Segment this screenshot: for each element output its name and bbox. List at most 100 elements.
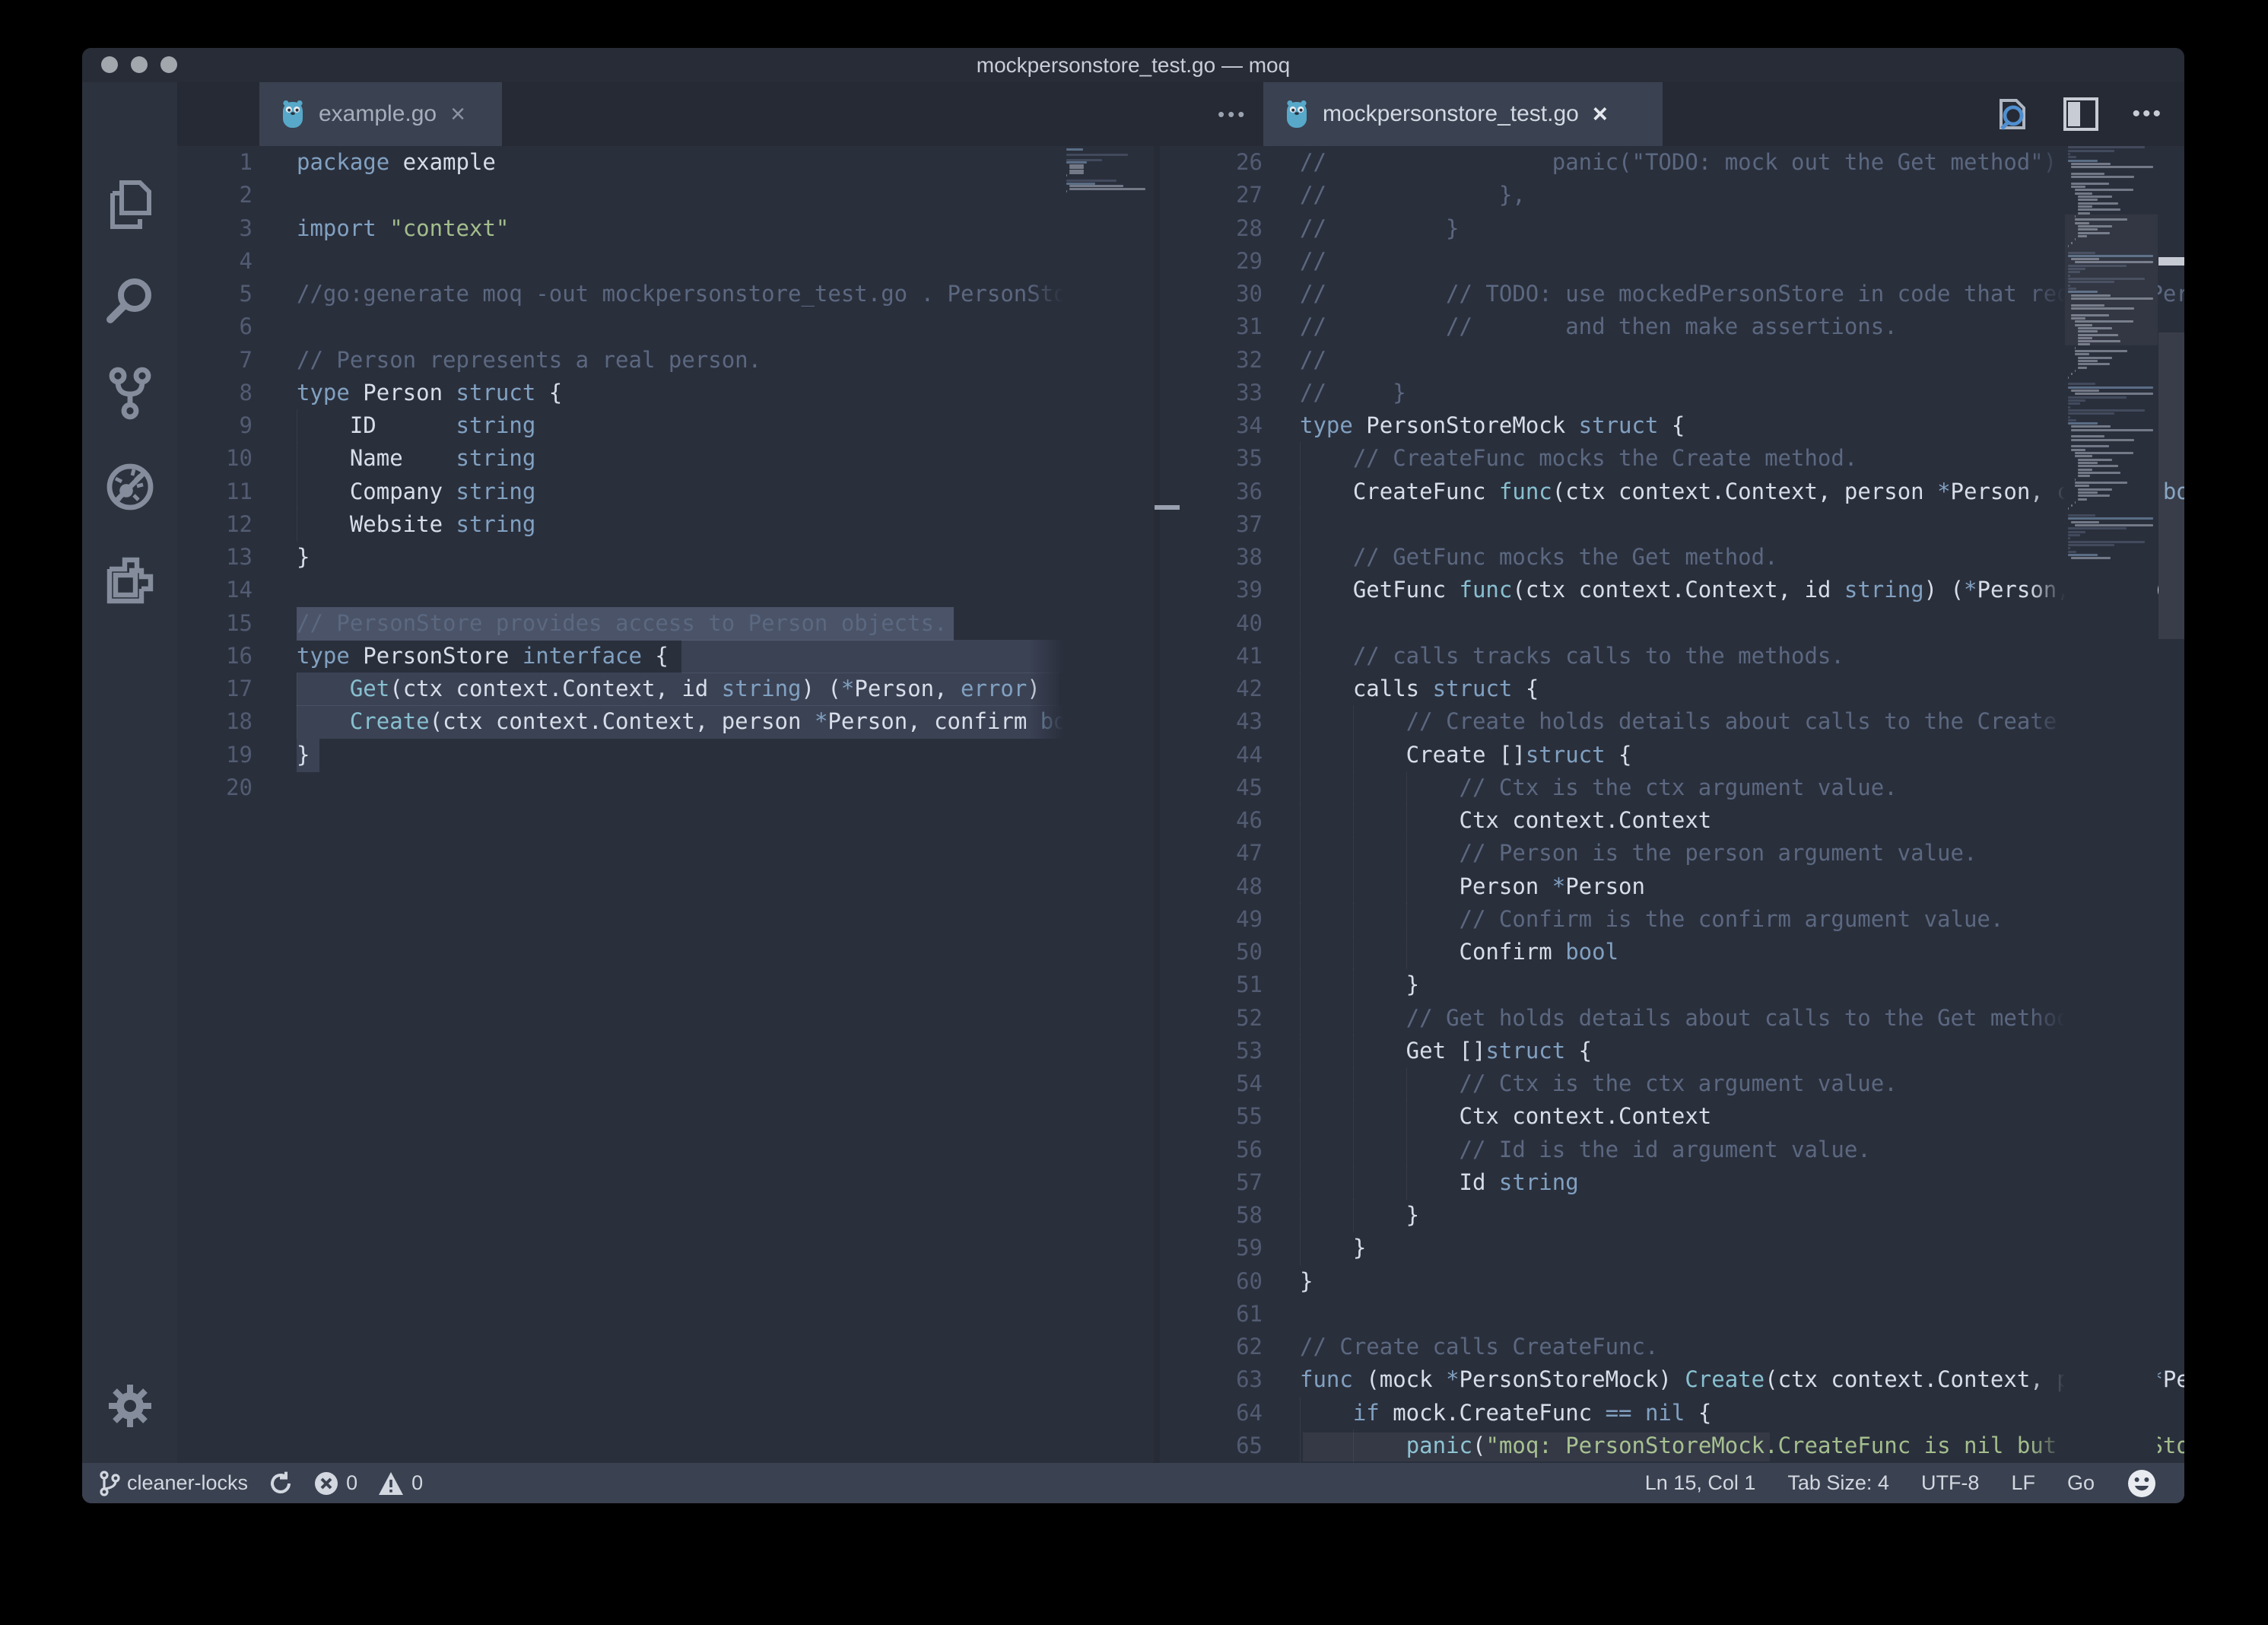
status-item[interactable]: Go xyxy=(2067,1471,2095,1495)
code-line[interactable]: Confirm bool xyxy=(1300,936,1618,969)
status-item[interactable]: UTF-8 xyxy=(1921,1471,1980,1495)
editor-pane-mockpersonstore-test-go[interactable]: 26 // panic("TODO: mock out the Get metho… xyxy=(1160,146,2184,1463)
code-line[interactable]: ID string xyxy=(297,409,535,443)
code-line[interactable]: if mock.CreateFunc == nil { xyxy=(1300,1397,1711,1430)
open-preview-icon[interactable] xyxy=(1995,96,2030,132)
gear-icon[interactable] xyxy=(82,1368,177,1444)
title-bar[interactable]: mockpersonstore_test.go — moq xyxy=(82,48,2184,82)
status-item[interactable]: LF xyxy=(2011,1471,2035,1495)
code-line[interactable]: // GetFunc mocks the Get method. xyxy=(1300,541,1778,574)
minimap[interactable] xyxy=(2065,146,2158,1463)
code-line[interactable]: // }, xyxy=(1300,179,1526,212)
code-line[interactable]: Get(ctx context.Context, id string) (*Pe… xyxy=(297,673,1040,706)
close-icon[interactable]: × xyxy=(1591,101,1609,127)
source-control-icon[interactable] xyxy=(82,355,177,431)
code-token: ID xyxy=(297,412,456,438)
code-line[interactable]: // calls tracks calls to the methods. xyxy=(1300,640,1844,673)
line-number: 37 xyxy=(1160,508,1263,542)
code-line[interactable]: Ctx context.Context xyxy=(1300,1100,1711,1134)
editor-pane-example-go[interactable]: 1package example23import "context"45//go… xyxy=(177,146,1154,1463)
code-token: func xyxy=(1300,1366,1353,1392)
code-line[interactable]: // xyxy=(1300,344,1326,377)
status-item[interactable]: Ln 15, Col 1 xyxy=(1645,1471,1756,1495)
search-icon[interactable] xyxy=(82,262,177,338)
code-line[interactable]: import "context" xyxy=(297,212,509,246)
code-line[interactable]: } xyxy=(297,541,310,574)
code-line[interactable]: type PersonStoreMock struct { xyxy=(1300,409,1685,443)
code-line[interactable]: } xyxy=(1300,1265,1313,1299)
code-line[interactable]: } xyxy=(1300,968,1419,1002)
code-line[interactable]: Website string xyxy=(297,508,535,542)
code-line[interactable]: // Ctx is the ctx argument value. xyxy=(1300,1067,1898,1101)
status-bar: cleaner-locks 00 Ln 15, Col 1 Tab Size: 4 U… xyxy=(82,1463,2184,1503)
horizontal-scrollbar[interactable] xyxy=(1303,1433,1770,1461)
code-token: // xyxy=(1300,347,1326,373)
code-line[interactable]: // PersonStore provides access to Person… xyxy=(297,607,948,641)
more-actions-icon[interactable]: ••• xyxy=(2132,101,2163,127)
code-line[interactable]: // panic("TODO: mock out the Get method"… xyxy=(1300,146,2057,180)
code-line[interactable]: // Create calls CreateFunc. xyxy=(1300,1331,1658,1364)
code-line[interactable]: Ctx context.Context xyxy=(1300,804,1711,838)
minimap-viewport[interactable] xyxy=(2065,215,2158,345)
code-line[interactable]: // CreateFunc mocks the Create method. xyxy=(1300,442,1857,475)
maximize-window-button[interactable] xyxy=(160,56,177,73)
split-editor-icon[interactable] xyxy=(2063,97,2098,131)
vertical-scrollbar[interactable] xyxy=(2158,332,2184,639)
line-number: 9 xyxy=(177,409,253,443)
status-item-error-circle[interactable]: 0 xyxy=(313,1471,357,1496)
code-token: Company xyxy=(297,479,456,504)
code-line[interactable]: type Person struct { xyxy=(297,377,562,410)
code-line[interactable]: Company string xyxy=(297,475,535,509)
code-line[interactable]: // // and then make assertions. xyxy=(1300,310,1898,344)
code-token: mock.CreateFunc xyxy=(1380,1400,1606,1426)
code-line[interactable]: calls struct { xyxy=(1300,673,1539,706)
tab-example-go[interactable]: example.go × xyxy=(259,82,502,146)
code-line[interactable]: } xyxy=(1300,1199,1419,1232)
code-line[interactable]: type PersonStore interface { xyxy=(297,640,669,673)
extensions-icon[interactable] xyxy=(82,542,177,619)
minimap-line xyxy=(2078,498,2087,501)
status-item-warning-triangle[interactable]: 0 xyxy=(377,1471,423,1496)
code-token: } xyxy=(1300,972,1419,997)
status-item-git-branch[interactable]: cleaner-locks xyxy=(99,1471,248,1496)
code-line[interactable]: //go:generate moq -out mockpersonstore_t… xyxy=(297,278,1094,311)
code-line[interactable]: package example xyxy=(297,146,496,180)
minimap-line xyxy=(2078,202,2118,205)
tab-mockpersonstore-test-go[interactable]: mockpersonstore_test.go × xyxy=(1263,82,1663,146)
debug-icon[interactable] xyxy=(82,449,177,525)
explorer-icon[interactable] xyxy=(82,168,177,244)
code-line[interactable]: // Get holds details about calls to the … xyxy=(1300,1002,2083,1035)
code-line[interactable]: // Person represents a real person. xyxy=(297,344,761,377)
line-number: 26 xyxy=(1160,146,1263,180)
minimize-window-button[interactable] xyxy=(131,56,148,73)
code-line[interactable]: } xyxy=(1300,1232,1366,1265)
tab-overflow-icon[interactable]: ••• xyxy=(1218,82,1247,146)
code-line[interactable]: Create []struct { xyxy=(1300,739,1632,772)
gutter-dash-marker[interactable] xyxy=(1155,505,1180,510)
code-line[interactable]: // Person is the person argument value. xyxy=(1300,837,1977,870)
code-token: type xyxy=(297,643,350,669)
code-line[interactable]: // xyxy=(1300,245,1326,278)
code-line[interactable]: Id string xyxy=(1300,1166,1579,1200)
code-token: Person xyxy=(1300,873,1552,899)
code-line[interactable]: Name string xyxy=(297,442,535,475)
line-number: 32 xyxy=(1160,344,1263,377)
code-line[interactable]: // } xyxy=(1300,377,1406,410)
close-window-button[interactable] xyxy=(101,56,118,73)
minimap-line xyxy=(2075,455,2092,457)
smiley-icon[interactable] xyxy=(2127,1468,2157,1499)
code-line[interactable]: Person *Person xyxy=(1300,870,1645,904)
code-line[interactable]: Create(ctx context.Context, person *Pers… xyxy=(297,705,1154,739)
status-item[interactable]: Tab Size: 4 xyxy=(1787,1471,1889,1495)
code-line[interactable]: } xyxy=(297,739,310,772)
code-line[interactable]: // Confirm is the confirm argument value… xyxy=(1300,903,2003,937)
code-line[interactable]: // Id is the id argument value. xyxy=(1300,1134,1871,1167)
minimap[interactable] xyxy=(1063,146,1154,1463)
code-line[interactable]: Get []struct { xyxy=(1300,1035,1592,1068)
status-item-sync[interactable] xyxy=(268,1471,294,1496)
code-line[interactable]: // } xyxy=(1300,212,1460,246)
close-icon[interactable]: × xyxy=(449,101,467,127)
code-line[interactable]: // Ctx is the ctx argument value. xyxy=(1300,771,1898,805)
editor-split-sash[interactable] xyxy=(1154,146,1160,1463)
minimap-line xyxy=(1066,154,1128,156)
